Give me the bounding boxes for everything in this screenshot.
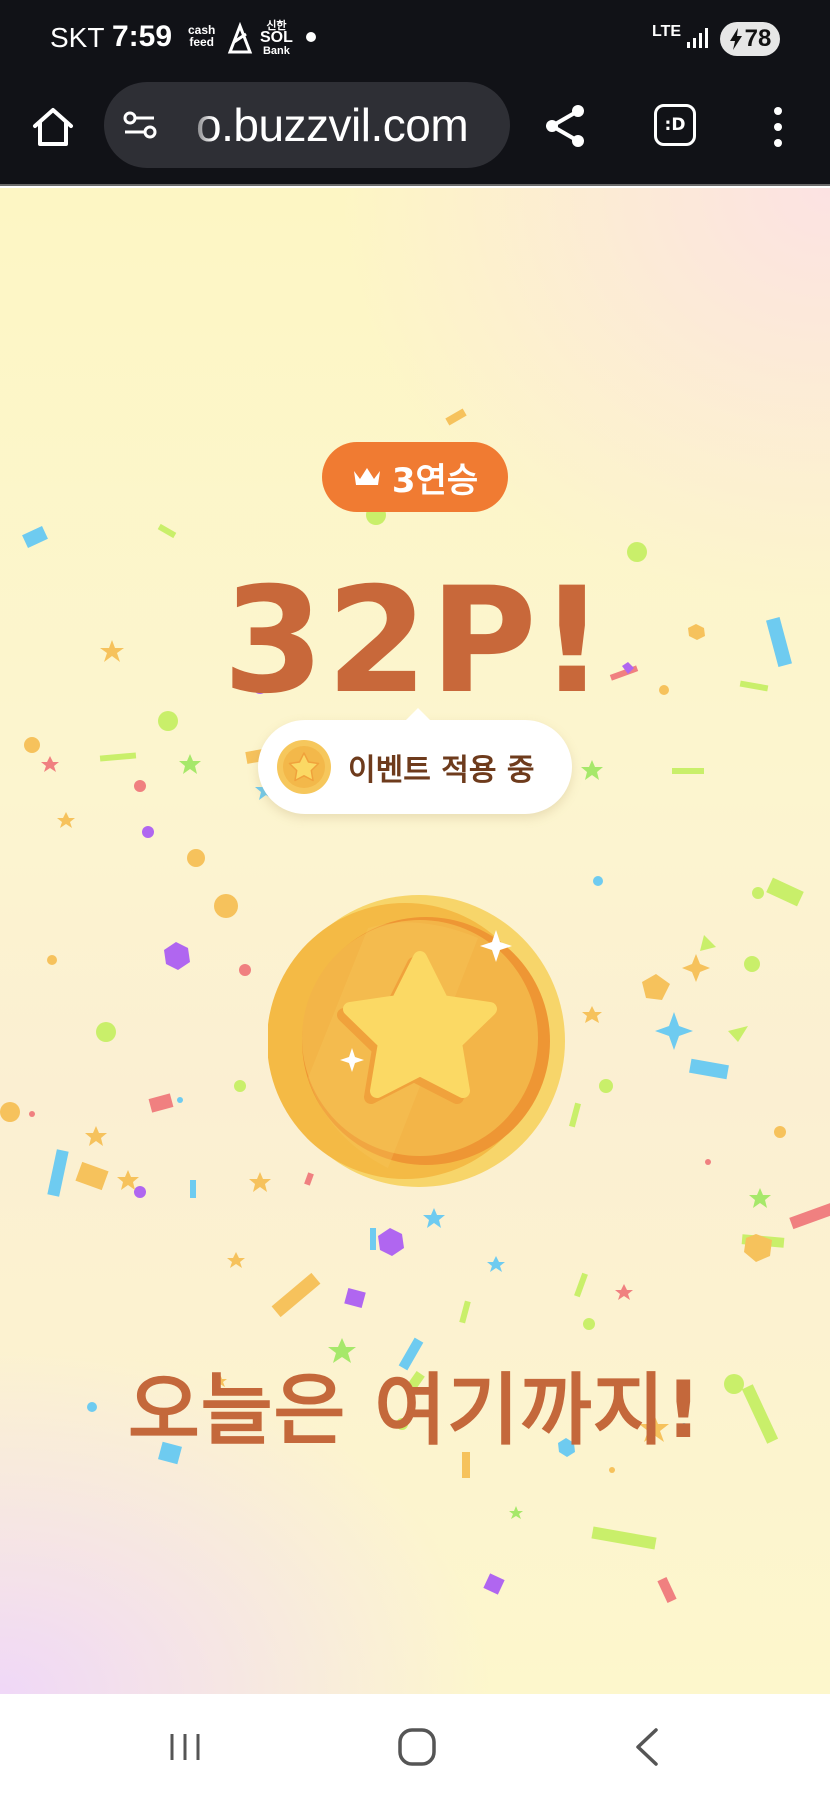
charging-icon xyxy=(729,28,742,50)
more-notifications-dot xyxy=(306,32,316,42)
points-earned: 32P! xyxy=(222,556,608,726)
recent-apps-icon[interactable] xyxy=(160,1722,210,1772)
url-text: o.buzzvil.com xyxy=(196,99,469,151)
crown-icon xyxy=(353,468,380,485)
signal-icon xyxy=(687,28,708,48)
url-fade xyxy=(164,92,214,158)
battery-indicator: 78 xyxy=(720,22,780,56)
home-icon[interactable] xyxy=(30,104,76,150)
status-bar: SKT 7:59 cash feed 신한 SOL Bank LTE 78 xyxy=(0,0,830,80)
result-message: 오늘은 여기까지! xyxy=(127,1366,703,1456)
site-settings-icon[interactable] xyxy=(122,110,158,140)
carrier-label: SKT xyxy=(50,22,105,53)
more-options-icon[interactable] xyxy=(766,104,790,150)
network-type: LTE xyxy=(652,23,682,40)
reward-result-page: 3연승 32P! 이벤트 적용 중 오늘은 여기까지! xyxy=(0,188,830,1694)
coin-icon xyxy=(277,740,331,794)
dex-mode-button[interactable]: :D xyxy=(654,104,696,146)
sol-bank-notification-icon: 신한 SOL Bank xyxy=(260,20,293,57)
share-icon[interactable] xyxy=(542,102,590,150)
navigation-bar xyxy=(0,1694,830,1798)
gold-coin-icon xyxy=(268,895,565,1187)
home-nav-icon[interactable] xyxy=(392,1722,442,1772)
clock: 7:59 xyxy=(112,20,173,53)
address-bar[interactable]: o.buzzvil.com xyxy=(104,82,510,168)
win-streak-badge: 3연승 xyxy=(322,442,508,512)
cashfeed-notification-icon: cash feed xyxy=(188,23,216,49)
event-applied-tooltip: 이벤트 적용 중 xyxy=(258,708,572,814)
streak-label: 3연승 xyxy=(391,460,479,501)
dex-label: :D xyxy=(664,115,686,135)
app-notification-icon xyxy=(227,22,253,54)
event-label: 이벤트 적용 중 xyxy=(348,753,535,788)
battery-level: 78 xyxy=(744,25,772,52)
back-icon[interactable] xyxy=(624,1722,674,1772)
browser-toolbar: o.buzzvil.com :D xyxy=(0,80,830,186)
